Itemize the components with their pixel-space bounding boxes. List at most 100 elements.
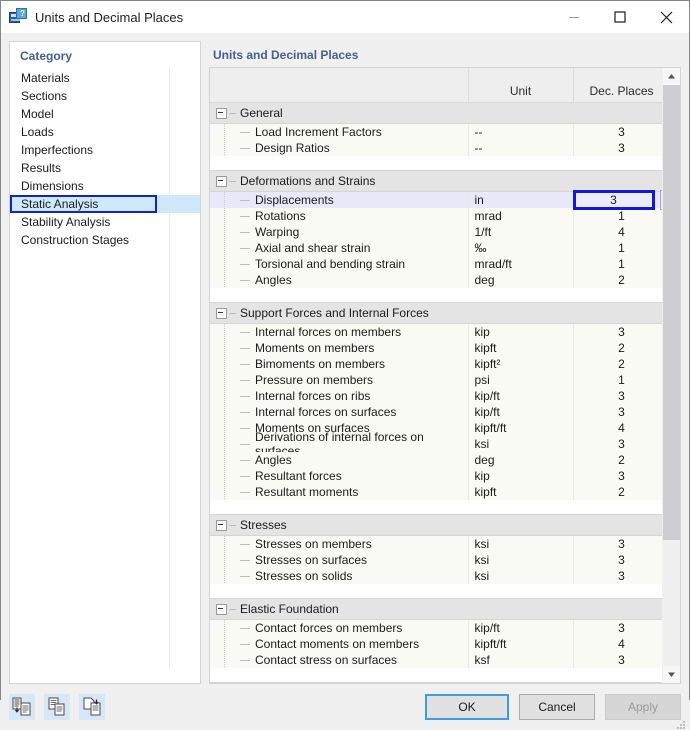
table-row[interactable]: Warping 1/ft 4 [210,224,663,240]
export-units-icon[interactable] [79,694,105,720]
row-decimals-cell[interactable]: 2 [573,340,663,356]
row-unit-cell[interactable]: -- [468,140,573,156]
resize-grip[interactable] [677,719,687,729]
ok-button[interactable]: OK [425,694,509,720]
row-decimals-cell[interactable]: 4 [573,636,663,652]
scroll-up-button[interactable] [663,68,680,85]
table-row[interactable]: Rotations mrad 1 [210,208,663,224]
row-unit-cell[interactable]: kipft/ft [468,636,573,652]
sidebar-item-results[interactable]: Results [10,159,200,177]
row-decimals-cell[interactable]: 1 [573,256,663,272]
row-decimals-cell[interactable]: 1 [573,372,663,388]
row-unit-cell[interactable]: 1/ft [468,224,573,240]
sidebar-item-static-analysis[interactable]: Static Analysis [10,195,200,213]
row-unit-cell[interactable]: ksf [468,652,573,668]
table-row[interactable]: Internal forces on ribs kip/ft 3 [210,388,663,404]
group-header-stresses[interactable]: Stresses [210,515,663,536]
group-header-partial-next[interactable] [210,683,663,684]
row-decimals-cell-focused[interactable]: 3 [573,192,663,209]
column-header-unit[interactable]: Unit [468,80,573,103]
table-row[interactable]: Angles deg 2 [210,452,663,468]
sidebar-item-materials[interactable]: Materials [10,69,200,87]
table-row[interactable]: Design Ratios -- 3 [210,140,663,156]
row-unit-cell[interactable]: ksi [468,536,573,553]
cancel-button[interactable]: Cancel [519,694,595,720]
table-row[interactable]: Resultant moments kipft 2 [210,484,663,500]
row-unit-cell[interactable]: kip/ft [468,620,573,637]
table-row[interactable]: Load Increment Factors -- 3 [210,124,663,141]
row-unit-cell[interactable]: deg [468,452,573,468]
table-row[interactable]: Stresses on solids ksi 3 [210,568,663,584]
minimize-button[interactable] [551,1,597,33]
group-header-elastic-foundation[interactable]: Elastic Foundation [210,599,663,620]
table-row[interactable]: Internal forces on surfaces kip/ft 3 [210,404,663,420]
table-row[interactable]: Internal forces on members kip 3 [210,324,663,341]
row-unit-cell[interactable]: kip [468,468,573,484]
row-unit-cell[interactable]: mrad/ft [468,256,573,272]
row-unit-cell[interactable]: kipft/ft [468,420,573,436]
column-header-name[interactable] [210,80,468,103]
row-decimals-cell[interactable]: 3 [573,388,663,404]
sidebar-item-sections[interactable]: Sections [10,87,200,105]
table-row[interactable]: Axial and shear strain ‰ 1 [210,240,663,256]
row-decimals-cell[interactable]: 2 [573,272,663,288]
table-row[interactable]: Bimoments on members kipft² 2 [210,356,663,372]
row-decimals-cell[interactable]: 3 [573,404,663,420]
table-row[interactable]: Contact stress on surfaces ksf 3 [210,652,663,668]
scrollbar-thumb[interactable] [663,85,680,540]
row-decimals-cell[interactable]: 2 [573,484,663,500]
row-decimals-cell[interactable]: 3 [573,468,663,484]
sidebar-item-stability-analysis[interactable]: Stability Analysis [10,213,200,231]
row-unit-cell[interactable]: ksi [468,436,573,452]
row-decimals-cell[interactable]: 1 [573,240,663,256]
table-row[interactable]: Contact moments on members kipft/ft 4 [210,636,663,652]
table-row[interactable]: Angles deg 2 [210,272,663,288]
group-header-general[interactable]: General [210,103,663,124]
row-decimals-cell[interactable]: 3 [573,124,663,141]
table-row[interactable]: Contact forces on members kip/ft 3 [210,620,663,637]
row-decimals-cell[interactable]: 2 [573,452,663,468]
import-units-icon[interactable] [9,694,35,720]
collapse-icon[interactable] [216,108,227,119]
row-unit-cell[interactable]: ksi [468,552,573,568]
collapse-icon[interactable] [216,176,227,187]
row-decimals-cell[interactable]: 4 [573,420,663,436]
sidebar-item-construction-stages[interactable]: Construction Stages [10,231,200,249]
row-decimals-cell[interactable]: 3 [573,436,663,452]
table-row[interactable]: Stresses on members ksi 3 [210,536,663,553]
row-decimals-cell[interactable]: 3 [573,140,663,156]
table-row[interactable]: Moments on members kipft 2 [210,340,663,356]
column-header-decimals[interactable]: Dec. Places [573,80,663,103]
row-unit-cell[interactable]: kipft² [468,356,573,372]
group-header-support-forces-and-internal-forces[interactable]: Support Forces and Internal Forces [210,303,663,324]
row-unit-cell[interactable]: ksi [468,568,573,584]
decimals-input[interactable]: 3 [573,190,655,210]
copy-units-icon[interactable] [44,694,70,720]
row-decimals-cell[interactable]: 4 [573,224,663,240]
row-unit-cell[interactable]: ‰ [468,240,573,256]
row-unit-cell[interactable]: kip [468,324,573,341]
group-header-deformations-and-strains[interactable]: Deformations and Strains [210,171,663,192]
row-unit-cell[interactable]: mrad [468,208,573,224]
maximize-button[interactable] [597,1,643,33]
row-unit-cell[interactable]: kipft [468,484,573,500]
sidebar-item-dimensions[interactable]: Dimensions [10,177,200,195]
row-decimals-cell[interactable]: 3 [573,536,663,553]
table-row[interactable]: Resultant forces kip 3 [210,468,663,484]
table-row[interactable]: Stresses on surfaces ksi 3 [210,552,663,568]
row-unit-cell[interactable]: kipft [468,340,573,356]
table-row[interactable]: Pressure on members psi 1 [210,372,663,388]
collapse-icon[interactable] [216,520,227,531]
row-decimals-cell[interactable]: 2 [573,356,663,372]
collapse-icon[interactable] [216,604,227,615]
row-decimals-cell[interactable]: 3 [573,652,663,668]
row-decimals-cell[interactable]: 3 [573,552,663,568]
scroll-down-button[interactable] [663,666,680,683]
grid-vertical-scrollbar[interactable] [662,68,680,683]
row-unit-cell[interactable]: kip/ft [468,404,573,420]
row-decimals-cell[interactable]: 3 [573,620,663,637]
sidebar-item-loads[interactable]: Loads [10,123,200,141]
row-decimals-cell[interactable]: 3 [573,324,663,341]
close-button[interactable] [643,1,689,33]
row-decimals-cell[interactable]: 3 [573,568,663,584]
